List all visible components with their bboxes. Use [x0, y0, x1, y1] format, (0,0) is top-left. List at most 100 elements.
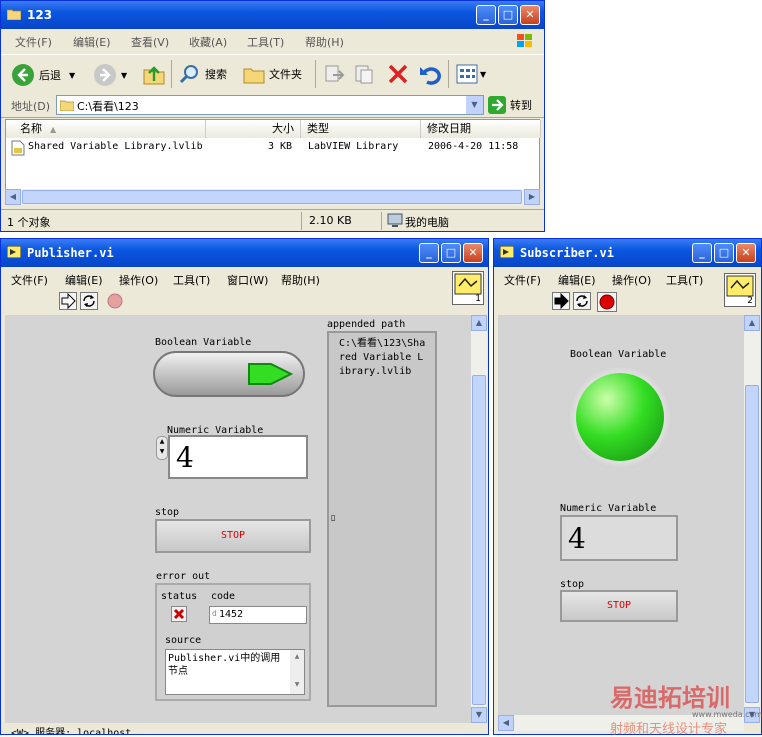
maximize-button[interactable]: □	[441, 243, 461, 263]
scroll-thumb[interactable]	[745, 385, 759, 703]
minimize-button[interactable]: _	[692, 243, 712, 263]
run-arrow-icon	[554, 292, 569, 310]
menu-edit[interactable]: 编辑(E)	[558, 272, 596, 288]
status-size: 2.10 KB	[309, 214, 352, 227]
horizontal-scrollbar[interactable]: ◀ ▶	[5, 189, 540, 205]
code-field[interactable]: d 1452	[209, 606, 307, 624]
subscriber-vertical-scrollbar[interactable]: ▲ ▼	[744, 315, 760, 723]
menu-file[interactable]: 文件(F)	[11, 272, 48, 288]
explorer-statusbar: 1 个对象 2.10 KB 我的电脑	[1, 209, 544, 231]
back-button[interactable]: 后退 ▼	[11, 63, 75, 87]
search-button[interactable]: 搜索	[179, 63, 227, 85]
menu-operate[interactable]: 操作(O)	[612, 272, 651, 288]
folder-icon	[60, 100, 74, 111]
address-value: C:\看看\123	[77, 100, 139, 113]
publisher-vertical-scrollbar[interactable]: ▲ ▼	[471, 315, 487, 723]
scroll-down-button[interactable]: ▼	[471, 707, 487, 723]
scroll-thumb[interactable]	[472, 375, 486, 705]
menu-view[interactable]: 查看(V)	[131, 34, 169, 50]
scroll-left-button[interactable]: ◀	[498, 715, 514, 731]
forward-arrow-icon	[94, 64, 116, 86]
explorer-toolbar: 后退 ▼ ▼ 搜索 文件夹 ▼	[1, 54, 544, 94]
move-to-icon[interactable]	[323, 63, 345, 85]
stop-button[interactable]: STOP	[560, 590, 678, 622]
numeric-value: 4	[568, 522, 586, 555]
menu-help[interactable]: 帮助(H)	[281, 272, 320, 288]
menu-favorites[interactable]: 收藏(A)	[189, 34, 227, 50]
scroll-right-button[interactable]: ▶	[524, 189, 540, 205]
menu-file[interactable]: 文件(F)	[504, 272, 541, 288]
close-button[interactable]: ✕	[463, 243, 483, 263]
menu-tools[interactable]: 工具(T)	[247, 34, 284, 50]
scroll-up-button[interactable]: ▲	[744, 315, 760, 331]
close-button[interactable]: ✕	[520, 5, 540, 25]
source-field[interactable]: Publisher.vi中的调用节点 ▲ ▼	[165, 649, 305, 695]
labview-vi-icon	[500, 246, 514, 258]
forward-button[interactable]: ▼	[93, 63, 127, 87]
views-button[interactable]: ▼	[456, 64, 486, 84]
column-header-name[interactable]: 名称 ▲	[6, 120, 206, 138]
back-label: 后退	[39, 69, 61, 82]
menu-tools[interactable]: 工具(T)	[666, 272, 703, 288]
delete-icon[interactable]	[387, 63, 409, 85]
minimize-button[interactable]: _	[476, 5, 496, 25]
scroll-up-button[interactable]: ▲	[471, 315, 487, 331]
run-button[interactable]	[552, 292, 570, 310]
menu-edit[interactable]: 编辑(E)	[65, 272, 103, 288]
maximize-button[interactable]: □	[714, 243, 734, 263]
go-arrow-icon	[488, 96, 506, 114]
undo-icon[interactable]	[418, 63, 442, 85]
back-dropdown-icon[interactable]: ▼	[69, 71, 75, 80]
lv-toolbar	[494, 291, 722, 313]
run-button[interactable]	[59, 292, 77, 310]
numeric-increment-arrows[interactable]: ▲ ▼	[156, 436, 168, 460]
copy-to-icon[interactable]	[353, 63, 375, 85]
explorer-titlebar[interactable]: 123 _ □ ✕	[1, 1, 544, 29]
folders-icon	[243, 68, 265, 84]
run-continuously-icon	[576, 295, 588, 307]
windows-logo-icon	[517, 34, 532, 47]
menu-edit[interactable]: 编辑(E)	[73, 34, 111, 50]
scroll-left-button[interactable]: ◀	[5, 189, 21, 205]
address-label: 地址(D)	[11, 100, 51, 113]
scroll-thumb[interactable]	[22, 190, 522, 204]
numeric-indicator: 4	[560, 515, 678, 561]
go-button[interactable]: 转到	[488, 96, 532, 114]
publisher-titlebar[interactable]: Publisher.vi _ □ ✕	[1, 239, 488, 267]
numeric-control[interactable]: 4	[168, 435, 308, 479]
resize-handle-icon[interactable]: ▯	[331, 513, 335, 522]
labview-vi-icon	[7, 246, 21, 258]
menu-file[interactable]: 文件(F)	[15, 34, 52, 50]
minimize-button[interactable]: _	[419, 243, 439, 263]
up-folder-button[interactable]	[143, 63, 165, 85]
menu-tools[interactable]: 工具(T)	[173, 272, 210, 288]
boolean-switch[interactable]	[153, 351, 305, 397]
run-continuously-button[interactable]	[80, 292, 98, 310]
appended-path-indicator: C:\看看\123\Shared Variable Library.lvlib	[327, 331, 437, 707]
boolean-led	[568, 365, 672, 469]
address-input[interactable]: C:\看看\123 ▼	[56, 95, 484, 115]
folders-button[interactable]: 文件夹	[243, 63, 302, 85]
source-scrollbar[interactable]: ▲ ▼	[290, 650, 304, 694]
table-row[interactable]: Shared Variable Library.lvlib 3 KB LabVI…	[6, 140, 539, 156]
column-header-modified[interactable]: 修改日期	[421, 120, 541, 138]
run-continuously-button[interactable]	[573, 292, 591, 310]
abort-button[interactable]	[597, 292, 617, 312]
vi-connector-pane[interactable]: 2	[724, 273, 756, 307]
abort-button[interactable]	[106, 292, 124, 310]
column-header-type[interactable]: 类型	[301, 120, 421, 138]
sort-ascending-icon: ▲	[50, 125, 57, 134]
forward-dropdown-icon[interactable]: ▼	[121, 71, 127, 80]
vi-connector-pane[interactable]: 1	[452, 271, 484, 305]
status-indicator	[171, 606, 187, 622]
menu-help[interactable]: 帮助(H)	[305, 34, 344, 50]
menu-window[interactable]: 窗口(W)	[227, 272, 268, 288]
address-dropdown-button[interactable]: ▼	[466, 96, 483, 114]
stop-button[interactable]: STOP	[155, 519, 311, 553]
close-button[interactable]: ✕	[736, 243, 756, 263]
menu-operate[interactable]: 操作(O)	[119, 272, 158, 288]
column-header-size[interactable]: 大小	[206, 120, 301, 138]
maximize-button[interactable]: □	[498, 5, 518, 25]
subscriber-titlebar[interactable]: Subscriber.vi _ □ ✕	[494, 239, 761, 267]
go-label: 转到	[510, 99, 532, 112]
